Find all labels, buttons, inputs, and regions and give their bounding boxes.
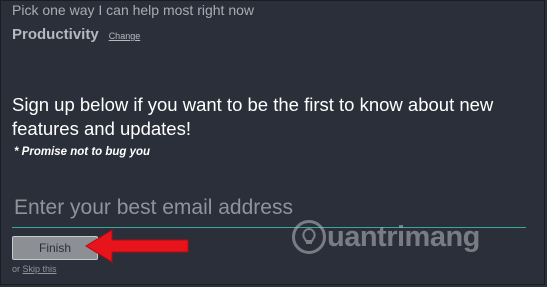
email-input[interactable] (12, 193, 528, 223)
red-arrow-icon (85, 229, 189, 263)
help-prompt: Pick one way I can help most right now (12, 2, 255, 18)
signup-headline: Sign up below if you want to be the firs… (12, 94, 494, 139)
change-link[interactable]: Change (109, 31, 141, 41)
skip-link[interactable]: Skip this (23, 264, 57, 274)
selected-category: Productivity (12, 26, 99, 43)
category-row: Productivity Change (12, 26, 140, 43)
watermark-logo: uantrimang (292, 220, 480, 254)
lightbulb-icon (292, 220, 326, 254)
promise-note: * Promise not to bug you (14, 146, 151, 158)
or-text: or (12, 264, 23, 274)
skip-row: or Skip this (12, 264, 57, 274)
watermark-text: uantrimang (327, 220, 480, 253)
